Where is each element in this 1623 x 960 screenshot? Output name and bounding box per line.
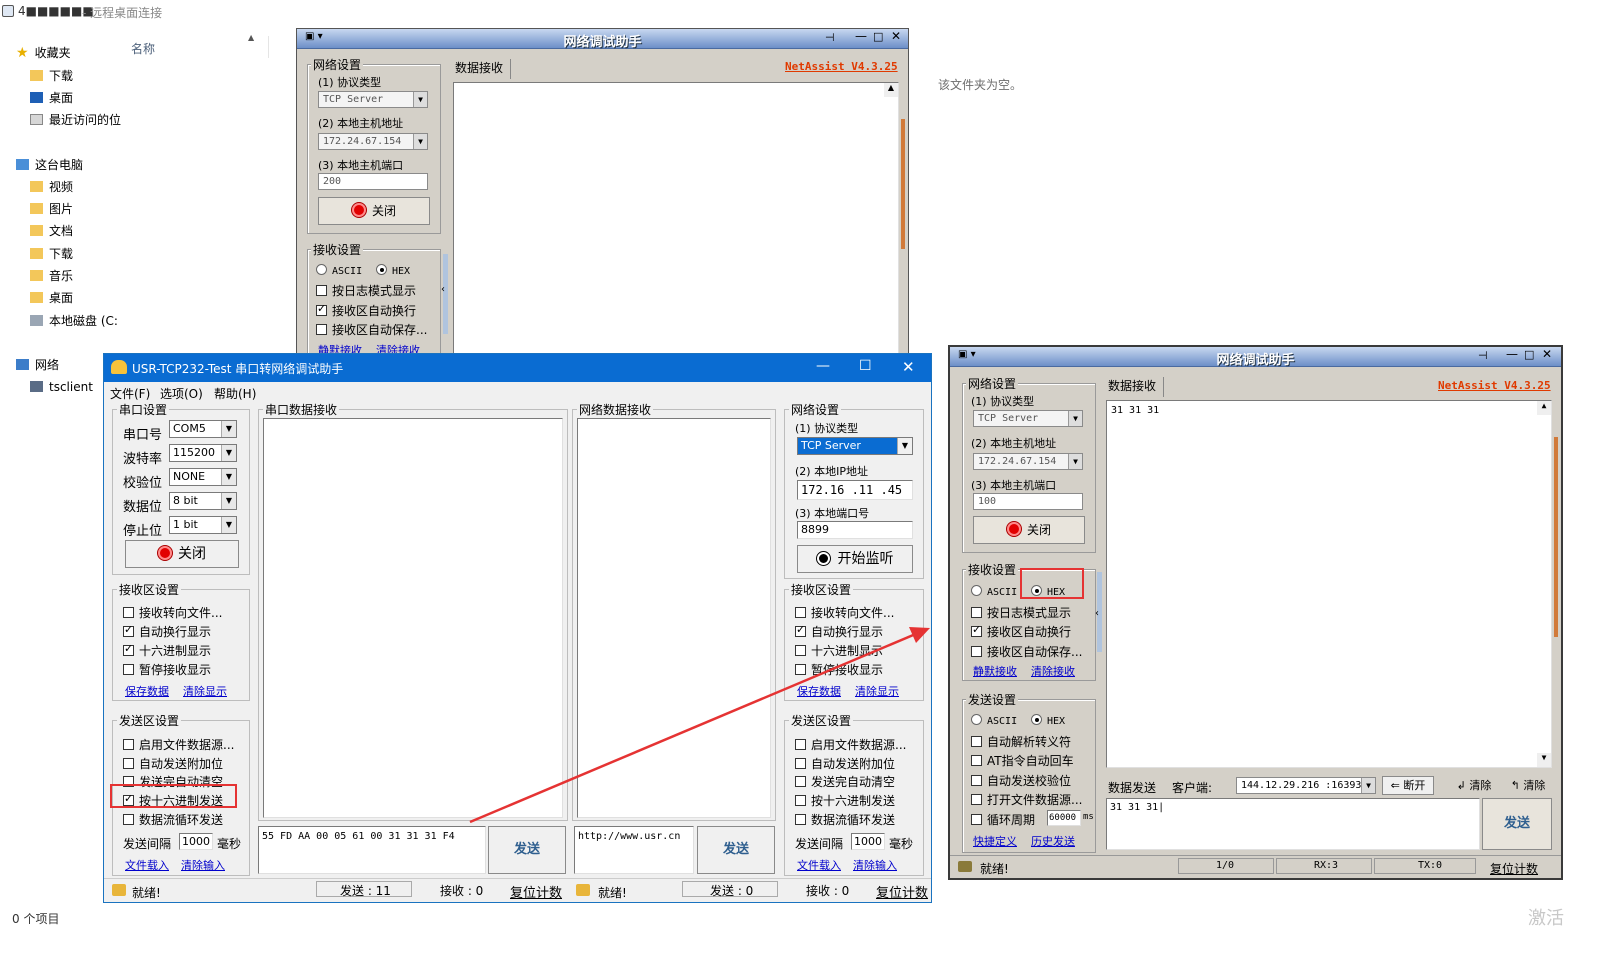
annotation-arrow-line: [469, 631, 919, 824]
activate-watermark: 激活: [1528, 908, 1564, 929]
annotation-arrow: [469, 627, 930, 824]
